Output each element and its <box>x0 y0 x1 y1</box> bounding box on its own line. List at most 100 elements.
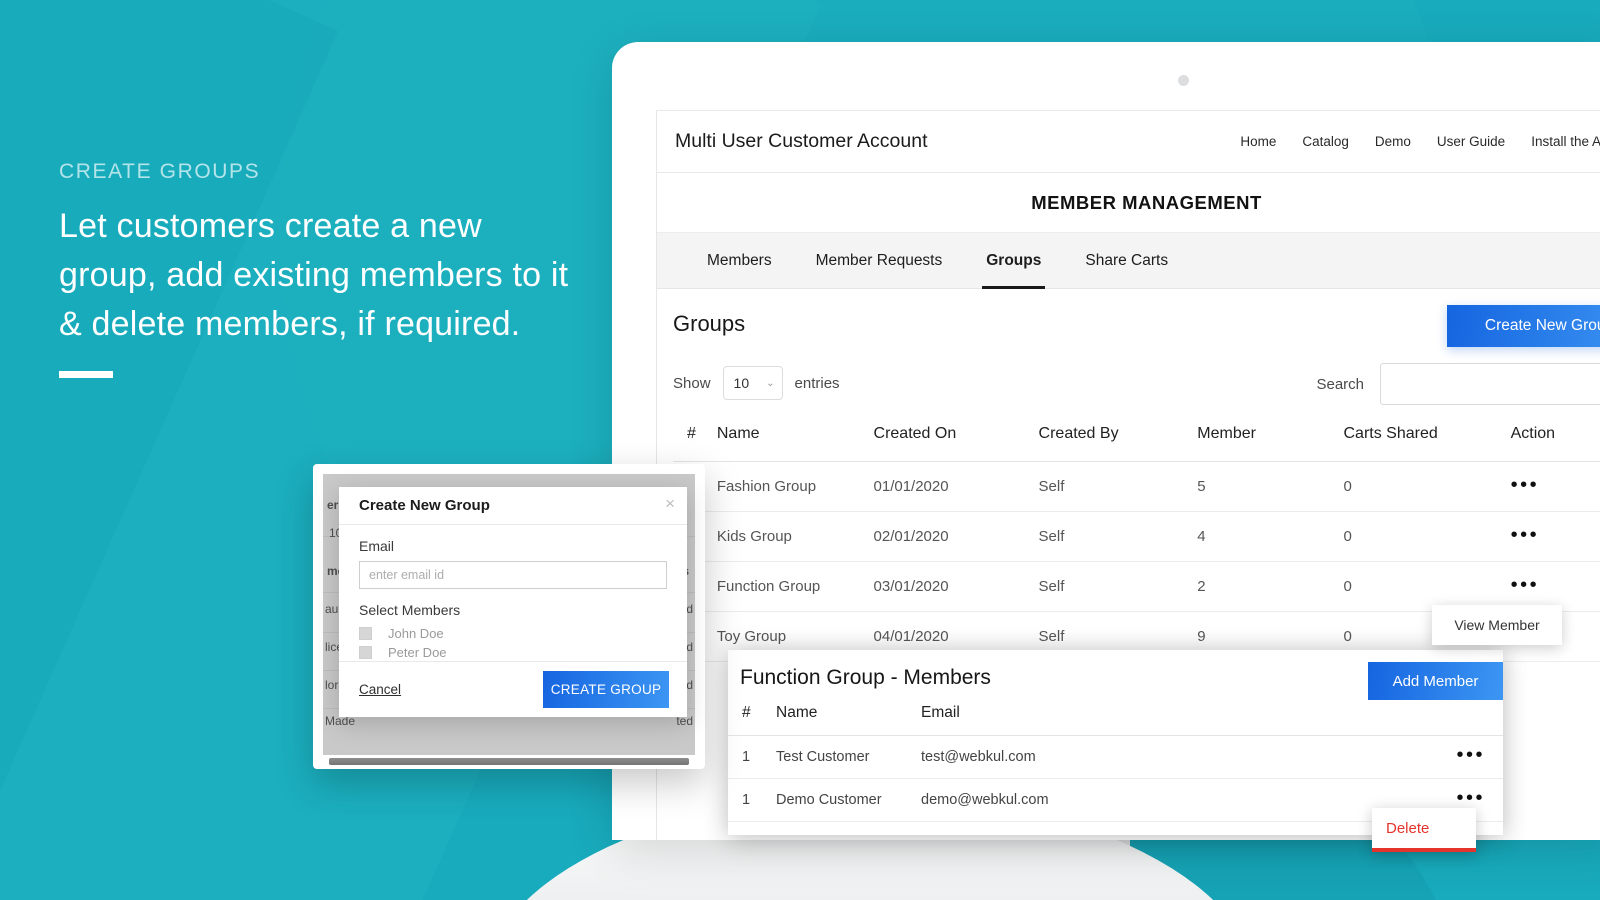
members-panel-title: Function Group - Members <box>740 666 991 689</box>
action-dots-icon[interactable]: ••• <box>1511 525 1540 545</box>
tab-members[interactable]: Members <box>685 233 794 289</box>
cell-name: Kids Group <box>716 511 874 562</box>
section-title: Groups <box>673 311 746 336</box>
table-row[interactable]: 1 Test Customer test@webkul.com ••• <box>728 735 1503 779</box>
table-row[interactable]: Kids Group 02/01/2020 Self 4 0 ••• <box>673 511 1600 562</box>
select-members-label: Select Members <box>359 602 461 618</box>
cell-num: 1 <box>728 778 776 822</box>
promo-accent-rule <box>59 371 113 378</box>
nav-links: Home Catalog Demo User Guide Install the… <box>1240 134 1600 149</box>
close-icon[interactable]: × <box>665 495 675 512</box>
col-num: # <box>673 425 717 462</box>
cell-member: 4 <box>1197 511 1344 562</box>
nav-link-install-app[interactable]: Install the App <box>1531 134 1600 149</box>
email-label: Email <box>359 538 395 554</box>
cell-created-on: 02/01/2020 <box>873 511 1039 562</box>
create-new-group-modal: Create New Group × Email Select Members … <box>339 487 687 717</box>
cell-name: Function Group <box>716 561 874 612</box>
tab-bar: Members Member Requests Groups Share Car… <box>657 233 1600 289</box>
page-title: MEMBER MANAGEMENT <box>1031 191 1262 213</box>
nav-link-demo[interactable]: Demo <box>1375 134 1411 149</box>
col-email: Email <box>921 704 1413 736</box>
create-group-button[interactable]: CREATE GROUP <box>543 671 669 708</box>
action-dots-icon[interactable]: ••• <box>1456 745 1485 765</box>
action-dots-icon[interactable]: ••• <box>1511 475 1540 495</box>
col-carts-shared: Carts Shared <box>1343 425 1511 462</box>
search-label: Search <box>1316 375 1364 393</box>
camera-dot-icon <box>1178 75 1189 86</box>
col-num: # <box>728 704 776 736</box>
modal-title: Create New Group <box>359 497 490 514</box>
table-row[interactable]: Fashion Group 01/01/2020 Self 5 0 ••• <box>673 461 1600 512</box>
cell-name: Demo Customer <box>776 778 921 822</box>
modal-body: Email Select Members John Doe Peter Doe <box>339 525 687 660</box>
cell-name: Fashion Group <box>716 461 874 512</box>
nav-link-user-guide[interactable]: User Guide <box>1437 134 1505 149</box>
cell-created-by: Self <box>1038 561 1198 612</box>
cancel-button[interactable]: Cancel <box>359 682 401 697</box>
device-foot <box>329 758 689 765</box>
col-action: Action <box>1510 425 1600 462</box>
col-action <box>1413 704 1503 736</box>
top-navbar: Multi User Customer Account Home Catalog… <box>657 111 1600 173</box>
members-panel-header: Function Group - Members Add Member <box>728 650 1503 704</box>
email-field[interactable] <box>359 561 667 589</box>
page-title-bar: MEMBER MANAGEMENT <box>657 173 1600 233</box>
col-created-by: Created By <box>1038 425 1198 462</box>
cell-name: Test Customer <box>776 735 921 779</box>
cell-carts-shared: 0 <box>1343 511 1511 562</box>
cell-email: demo@webkul.com <box>921 778 1413 822</box>
member-name: Peter Doe <box>388 645 447 660</box>
add-member-button[interactable]: Add Member <box>1368 662 1503 700</box>
promo-eyebrow: CREATE GROUPS <box>59 160 261 183</box>
cell-carts-shared: 0 <box>1343 461 1511 512</box>
col-name: Name <box>716 425 874 462</box>
entries-select-wrap: 10 25 50 100 ⌄ <box>711 366 795 400</box>
brand-title: Multi User Customer Account <box>675 130 928 152</box>
tab-share-carts[interactable]: Share Carts <box>1063 233 1190 289</box>
content-header: Groups Create New Group <box>673 289 1600 347</box>
search-input[interactable] <box>1380 363 1600 405</box>
groups-table-header-row: # Name Created On Created By Member Cart… <box>673 425 1600 462</box>
action-dots-icon[interactable]: ••• <box>1511 575 1540 595</box>
cell-created-by: Self <box>1038 461 1198 512</box>
show-label: Show <box>673 374 711 392</box>
member-name: John Doe <box>388 626 444 641</box>
cell-action: ••• <box>1413 735 1503 779</box>
members-table: # Name Email 1 Test Customer test@webkul… <box>728 704 1503 822</box>
promo-panel: CREATE GROUPS Let customers create a new… <box>59 160 579 378</box>
view-member-menu-item[interactable]: View Member <box>1432 605 1562 645</box>
cell-action: ••• <box>1510 511 1600 562</box>
member-checkbox-row[interactable]: John Doe <box>359 626 667 641</box>
checkbox-icon[interactable] <box>359 627 372 640</box>
nav-link-home[interactable]: Home <box>1240 134 1276 149</box>
action-dots-icon[interactable]: ••• <box>1456 788 1485 808</box>
cell-member: 2 <box>1197 561 1344 612</box>
cell-created-by: Self <box>1038 511 1198 562</box>
create-new-group-button[interactable]: Create New Group <box>1447 305 1600 347</box>
search-area: Search <box>1316 363 1600 405</box>
promo-headline: Let customers create a new group, add ex… <box>59 207 569 343</box>
cell-created-on: 03/01/2020 <box>873 561 1039 612</box>
members-table-header-row: # Name Email <box>728 704 1503 736</box>
table-controls: Show 10 25 50 100 ⌄ entries Search <box>673 363 1600 405</box>
col-member: Member <box>1197 425 1344 462</box>
cell-action: ••• <box>1510 461 1600 512</box>
nav-link-catalog[interactable]: Catalog <box>1302 134 1349 149</box>
tab-member-requests[interactable]: Member Requests <box>794 233 965 289</box>
cell-member: 5 <box>1197 461 1344 512</box>
entries-label: entries <box>794 374 840 392</box>
member-checkbox-row[interactable]: Peter Doe <box>359 645 667 660</box>
cell-action: ••• <box>1510 561 1600 612</box>
cell-created-on: 01/01/2020 <box>873 461 1039 512</box>
entries-select[interactable]: 10 25 50 100 <box>722 366 783 400</box>
cell-carts-shared: 0 <box>1343 561 1511 612</box>
checkbox-icon[interactable] <box>359 646 372 659</box>
modal-header: Create New Group × <box>339 487 687 525</box>
delete-menu-item[interactable]: Delete <box>1372 808 1476 852</box>
tab-groups[interactable]: Groups <box>964 233 1063 289</box>
table-row[interactable]: Function Group 03/01/2020 Self 2 0 ••• <box>673 561 1600 612</box>
col-created-on: Created On <box>873 425 1039 462</box>
col-name: Name <box>776 704 921 736</box>
modal-footer: Cancel CREATE GROUP <box>339 661 687 717</box>
